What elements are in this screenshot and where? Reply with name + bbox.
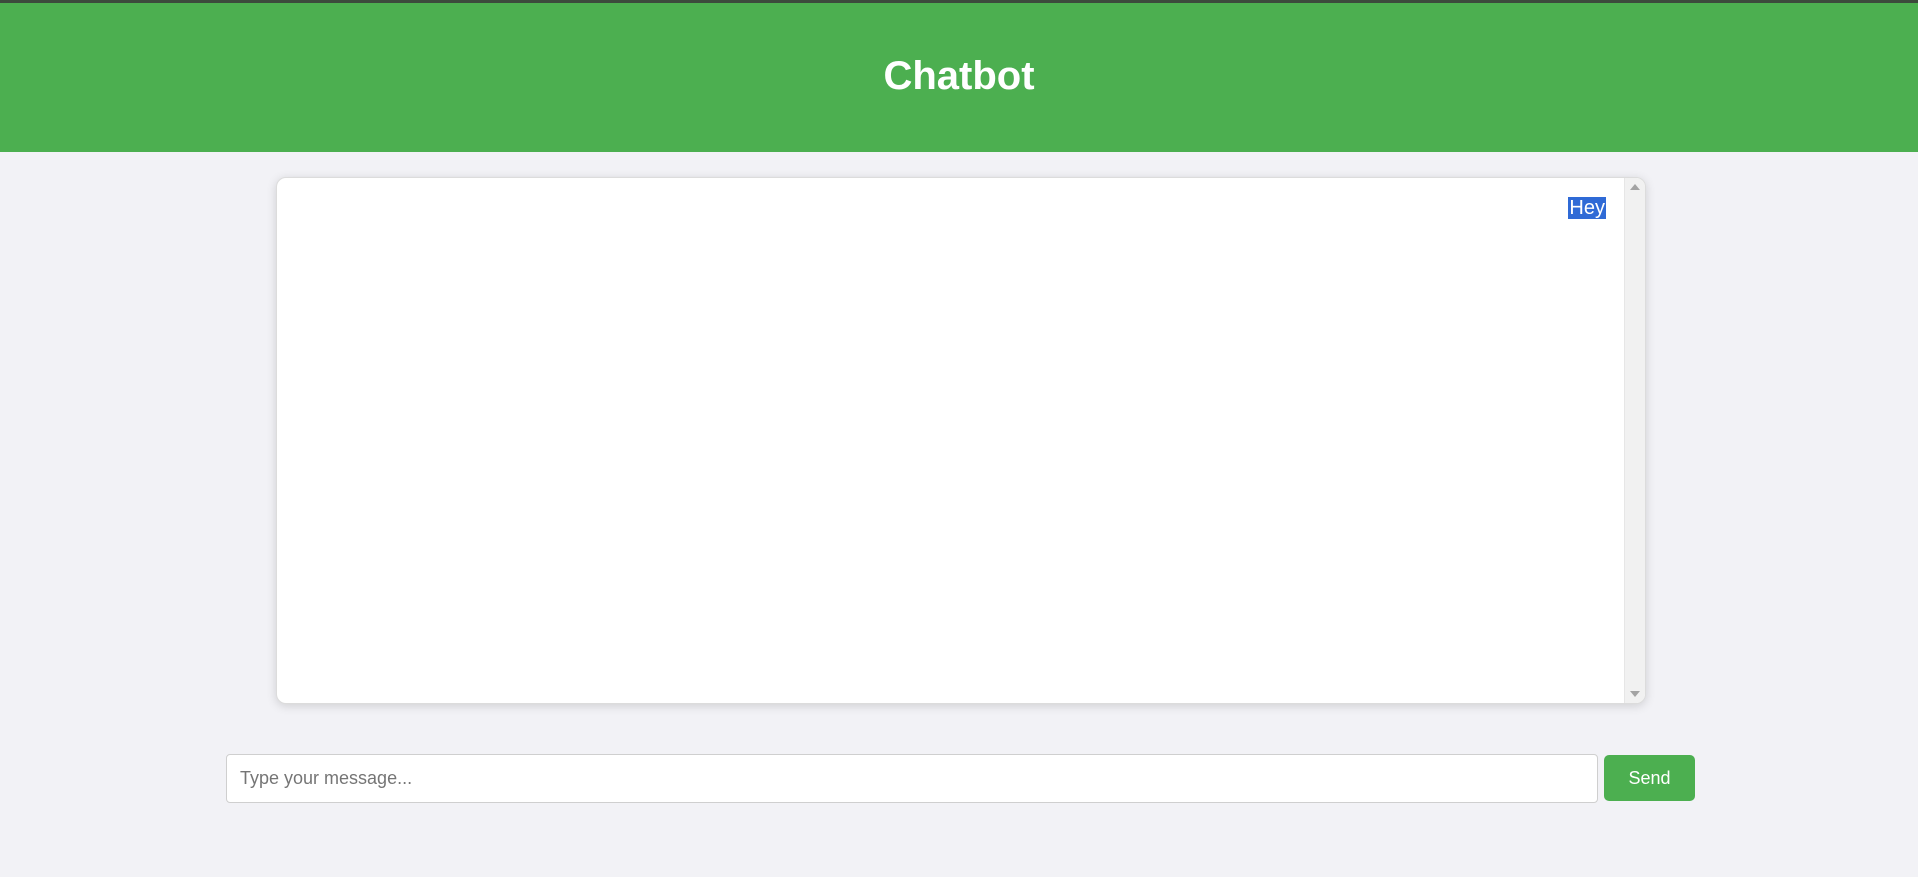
user-message: Hey: [295, 196, 1606, 220]
scroll-up-button[interactable]: [1625, 178, 1645, 196]
scroll-down-button[interactable]: [1625, 685, 1645, 703]
composer: Send: [226, 754, 1695, 803]
message-input[interactable]: [226, 754, 1598, 803]
arrow-up-icon: [1630, 184, 1640, 190]
page-title: Chatbot: [883, 54, 1035, 98]
app-header: Chatbot: [0, 3, 1918, 152]
user-message-text[interactable]: Hey: [1568, 197, 1606, 219]
chat-scrollbar[interactable]: [1624, 178, 1645, 703]
arrow-down-icon: [1630, 691, 1640, 697]
chat-window[interactable]: Hey: [276, 177, 1646, 704]
send-button[interactable]: Send: [1604, 755, 1695, 801]
message-list: Hey: [277, 178, 1624, 703]
